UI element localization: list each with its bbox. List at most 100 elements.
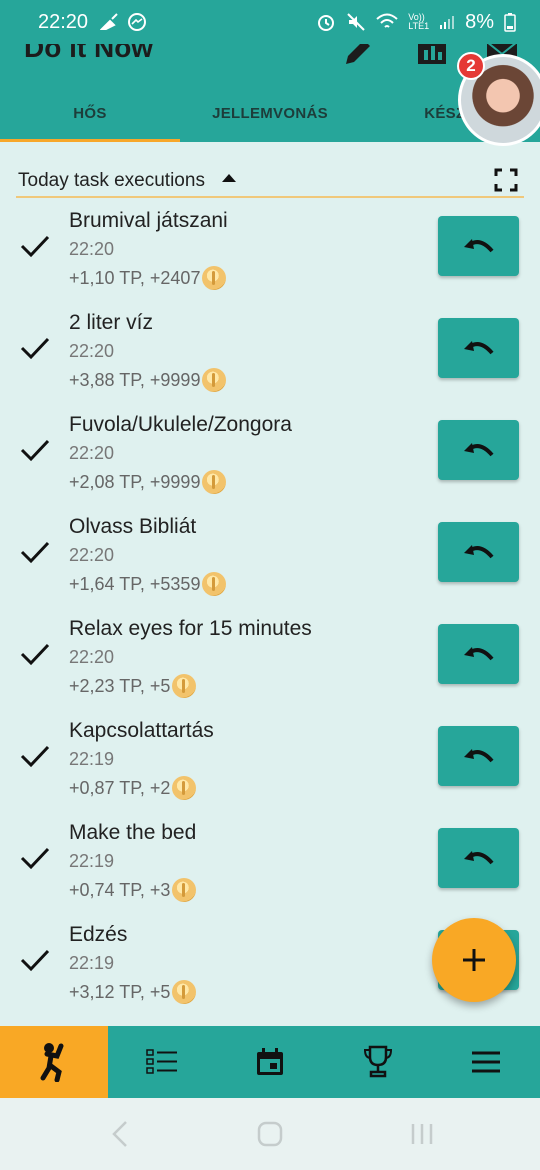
list-icon: [146, 1049, 177, 1074]
nav-achievements[interactable]: [324, 1026, 432, 1098]
check-icon: [20, 541, 50, 564]
task-reward: +1,64 TP, +5359: [69, 572, 227, 596]
calendar-icon: [257, 1048, 283, 1075]
undo-icon: [463, 851, 494, 865]
alarm-icon: [318, 15, 335, 31]
edit-icon[interactable]: [340, 44, 376, 68]
task-name: Fuvola/Ukulele/Zongora: [69, 413, 292, 436]
stats-icon[interactable]: [414, 44, 450, 68]
task-name: Relax eyes for 15 minutes: [69, 617, 312, 640]
list-item: Brumival játszani 22:20 +1,10 TP, +2407: [0, 200, 540, 302]
task-time: 22:20: [69, 443, 115, 463]
tab-traits[interactable]: JELLEMVONÁS: [180, 84, 360, 142]
mute-icon: [347, 13, 365, 31]
undo-button[interactable]: [438, 522, 519, 582]
check-icon: [20, 439, 50, 462]
undo-button[interactable]: [438, 216, 519, 276]
check-icon: [20, 337, 50, 360]
undo-button[interactable]: [438, 420, 519, 480]
fullscreen-icon[interactable]: [494, 168, 518, 192]
task-time: 22:19: [69, 953, 115, 973]
status-time: 22:20: [38, 10, 89, 33]
coin-icon: [202, 470, 227, 494]
undo-button[interactable]: [438, 624, 519, 684]
system-navigation-bar: [0, 1098, 540, 1170]
task-reward: +0,87 TP, +2: [69, 776, 197, 800]
nav-tasks[interactable]: [108, 1026, 216, 1098]
task-reward: +2,08 TP, +9999: [69, 470, 227, 494]
recents-icon[interactable]: [410, 1120, 434, 1148]
battery-icon: [504, 13, 516, 32]
coin-icon: [172, 776, 197, 800]
list-item: Olvass Bibliát 22:20 +1,64 TP, +5359: [0, 506, 540, 608]
coin-icon: [202, 266, 227, 290]
coin-icon: [172, 980, 197, 1004]
nav-menu[interactable]: [432, 1026, 540, 1098]
task-name: Olvass Bibliát: [69, 515, 197, 538]
task-name: Kapcsolattartás: [69, 719, 214, 742]
check-icon: [20, 643, 50, 666]
undo-icon: [463, 239, 494, 253]
check-icon: [20, 949, 50, 972]
task-time: 22:20: [69, 341, 115, 361]
task-time: 22:19: [69, 851, 115, 871]
battery-percent: 8%: [465, 10, 494, 33]
bottom-navigation: [0, 1026, 540, 1098]
tab-hero[interactable]: HŐS: [0, 84, 180, 142]
home-icon[interactable]: [256, 1120, 284, 1148]
status-bar: 22:20 Vo)) LTE1 8%: [0, 0, 540, 44]
coin-icon: [172, 878, 197, 902]
coin-icon: [172, 674, 197, 698]
task-reward: +2,23 TP, +5: [69, 674, 197, 698]
list-item: Relax eyes for 15 minutes 22:20 +2,23 TP…: [0, 608, 540, 710]
task-reward: +1,10 TP, +2407: [69, 266, 227, 290]
coin-icon: [202, 368, 227, 392]
task-name: Edzés: [69, 923, 128, 946]
undo-icon: [463, 647, 494, 661]
back-icon[interactable]: [110, 1120, 130, 1148]
task-reward: +3,88 TP, +9999: [69, 368, 227, 392]
task-reward: +3,12 TP, +5: [69, 980, 197, 1004]
list-item: 2 liter víz 22:20 +3,88 TP, +9999: [0, 302, 540, 404]
hamburger-menu-icon: [472, 1051, 500, 1073]
signal-icon: [440, 16, 455, 29]
plus-icon: [463, 949, 485, 971]
list-item: Kapcsolattartás 22:19 +0,87 TP, +2: [0, 710, 540, 812]
task-time: 22:20: [69, 239, 115, 259]
caret-up-icon[interactable]: [222, 174, 236, 182]
task-reward: +0,74 TP, +3: [69, 878, 197, 902]
coin-icon: [202, 572, 227, 596]
task-name: Make the bed: [69, 821, 197, 844]
undo-button[interactable]: [438, 318, 519, 378]
notification-badge: 2: [457, 52, 485, 80]
task-name: Brumival játszani: [69, 209, 228, 232]
undo-icon: [463, 341, 494, 355]
task-time: 22:20: [69, 647, 115, 667]
check-icon: [20, 847, 50, 870]
list-item: Make the bed 22:19 +0,74 TP, +3: [0, 812, 540, 914]
undo-icon: [463, 545, 494, 559]
app-title: Do it Now: [24, 44, 154, 63]
check-icon: [20, 235, 50, 258]
broom-icon: [100, 13, 118, 30]
active-tab-indicator: [0, 139, 180, 142]
add-task-button[interactable]: [432, 918, 516, 1002]
task-time: 22:20: [69, 545, 115, 565]
check-icon: [20, 745, 50, 768]
task-name: 2 liter víz: [69, 311, 154, 334]
task-list: Brumival játszani 22:20 +1,10 TP, +2407 …: [0, 200, 540, 1016]
undo-icon: [463, 749, 494, 763]
network-type: Vo)) LTE1: [408, 12, 430, 31]
wifi-icon: [376, 13, 398, 28]
nav-calendar[interactable]: [216, 1026, 324, 1098]
section-header[interactable]: Today task executions: [16, 160, 524, 198]
section-title: Today task executions: [18, 170, 205, 191]
task-time: 22:19: [69, 749, 115, 769]
list-item: Fuvola/Ukulele/Zongora 22:20 +2,08 TP, +…: [0, 404, 540, 506]
messenger-icon: [128, 13, 147, 31]
undo-button[interactable]: [438, 726, 519, 786]
undo-button[interactable]: [438, 828, 519, 888]
undo-icon: [463, 443, 494, 457]
nav-hero[interactable]: [0, 1026, 108, 1098]
hero-figure-icon: [40, 1043, 64, 1082]
